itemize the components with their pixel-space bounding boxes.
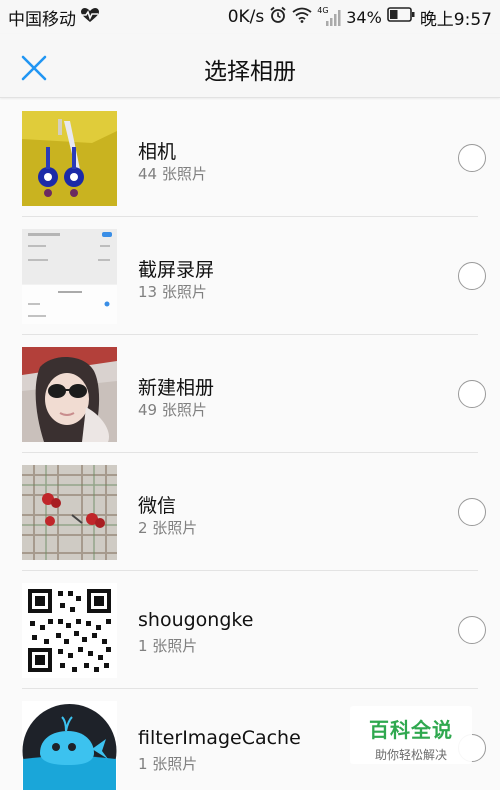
album-thumbnail	[22, 465, 117, 560]
album-radio[interactable]	[458, 498, 486, 526]
album-item-camera[interactable]: 相机 44 张照片	[0, 99, 500, 217]
album-thumbnail	[22, 229, 117, 324]
album-name: filterImageCache	[138, 727, 301, 749]
album-count: 2 张照片	[138, 519, 198, 537]
watermark-title: 百科全说	[369, 718, 453, 742]
album-radio[interactable]	[458, 380, 486, 408]
album-item-shougongke[interactable]: shougongke 1 张照片	[0, 571, 500, 689]
album-item-screenshots[interactable]: 截屏录屏 13 张照片	[0, 217, 500, 335]
alarm-icon	[269, 6, 287, 29]
clock-time: 晚上9:57	[419, 9, 492, 30]
network-type-label: 4G	[317, 6, 329, 15]
watermark-subtitle: 助你轻松解决	[374, 748, 447, 762]
status-left: 中国移动	[8, 5, 100, 30]
album-count: 1 张照片	[138, 637, 198, 655]
battery-icon	[387, 7, 415, 27]
album-count: 13 张照片	[138, 283, 207, 301]
album-radio[interactable]	[458, 262, 486, 290]
album-list: 相机 44 张照片 截屏录屏 13 张照片 新建相册 49 张照片 微信 2 张…	[0, 99, 500, 790]
album-radio[interactable]	[458, 144, 486, 172]
album-radio[interactable]	[458, 616, 486, 644]
heartbeat-icon	[80, 7, 100, 28]
album-name: 新建相册	[138, 377, 215, 399]
album-thumbnail	[22, 583, 117, 678]
album-item-new-album[interactable]: 新建相册 49 张照片	[0, 335, 500, 453]
album-thumbnail	[22, 347, 117, 442]
watermark-badge: 百科全说 助你轻松解决	[350, 706, 472, 764]
album-count: 44 张照片	[138, 165, 207, 183]
signal-icon: 4G	[317, 6, 341, 26]
title-bar: 选择相册	[0, 34, 500, 98]
wifi-icon	[292, 7, 312, 28]
status-right: 0K/s 4G 34% 晚上9:57	[228, 5, 492, 30]
album-count: 49 张照片	[138, 401, 207, 419]
album-name: shougongke	[138, 609, 254, 631]
album-item-wechat[interactable]: 微信 2 张照片	[0, 453, 500, 571]
net-speed: 0K/s	[227, 7, 265, 27]
album-thumbnail	[22, 111, 117, 206]
battery-percent: 34%	[346, 7, 382, 27]
album-count: 1 张照片	[138, 755, 198, 773]
album-thumbnail	[22, 701, 117, 790]
carrier-label: 中国移动	[8, 9, 76, 30]
album-name: 相机	[138, 141, 177, 163]
status-bar: 中国移动 0K/s 4G 34% 晚上9:57	[0, 0, 500, 34]
album-name: 截屏录屏	[138, 259, 215, 281]
album-name: 微信	[138, 495, 177, 517]
page-title: 选择相册	[204, 59, 296, 85]
